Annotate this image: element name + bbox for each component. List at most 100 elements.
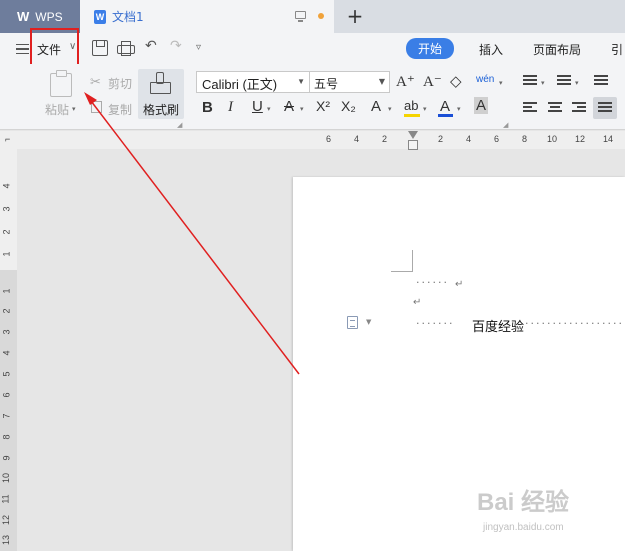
phonetic-dropdown-icon[interactable]: ▾ — [499, 79, 503, 87]
tab-home[interactable]: 开始 — [406, 38, 455, 59]
ruler-label: 6 — [494, 134, 500, 144]
font-size-chevron-icon: ▼ — [378, 77, 385, 86]
char-shading-icon[interactable]: A — [474, 97, 489, 114]
strikethrough-button[interactable]: A — [284, 98, 294, 115]
ruler-label: 12 — [1, 514, 12, 526]
phonetic-guide-icon[interactable]: wén — [476, 74, 494, 85]
first-line-indent-marker[interactable] — [408, 131, 418, 139]
ruler-label: 4 — [1, 183, 12, 189]
margin-corner-mark — [391, 250, 413, 272]
quick-access-more-icon[interactable]: ▿ — [196, 42, 212, 58]
ruler-label: 14 — [603, 134, 614, 144]
paste-icon[interactable] — [50, 70, 72, 97]
ruler-label: 2 — [1, 308, 12, 314]
ruler-label: 4 — [354, 134, 360, 144]
ruler-corner-icon: ⌐ — [5, 134, 11, 144]
save-icon[interactable] — [92, 40, 108, 56]
ruler-label: 3 — [1, 329, 12, 335]
wps-tab-label: WPS — [35, 9, 63, 24]
baidu-watermark: Bai 经验 jingyan.baidu.com — [477, 482, 622, 542]
title-bar: W WPS W 文档1 + — [0, 0, 625, 33]
cut-label[interactable]: 剪切 — [108, 75, 132, 92]
dotted-leader: ······ — [416, 276, 449, 289]
paste-dropdown-icon[interactable]: ▾ — [72, 105, 76, 113]
ruler-label: 6 — [326, 134, 332, 144]
ruler-label: 13 — [1, 534, 12, 546]
underline-button[interactable]: U — [252, 98, 263, 115]
ruler-label: 12 — [575, 134, 586, 144]
shrink-font-icon[interactable]: A⁻ — [423, 72, 442, 91]
eraser-icon[interactable]: ◇ — [450, 72, 462, 90]
highlight-dropdown-icon[interactable]: ▾ — [423, 105, 427, 113]
redo-icon[interactable]: ↷ — [170, 38, 186, 54]
ruler-label: 8 — [522, 134, 528, 144]
strikethrough-dropdown-icon[interactable]: ▾ — [300, 105, 304, 113]
ruler-label: 10 — [1, 472, 12, 484]
font-name-select[interactable]: Calibri (正文) ▼ — [196, 71, 310, 93]
bullets-icon[interactable] — [523, 75, 537, 87]
new-tab-button[interactable]: + — [343, 4, 367, 28]
decrease-indent-icon[interactable] — [594, 75, 608, 87]
tab-insert[interactable]: 插入 — [479, 41, 503, 58]
ruler-label: 3 — [1, 206, 12, 212]
ruler-label: 1 — [1, 251, 12, 257]
scissors-icon[interactable]: ✂ — [90, 75, 101, 90]
highlight-color-bar — [404, 114, 420, 117]
align-center-icon[interactable] — [548, 102, 562, 114]
paste-label[interactable]: 粘贴 — [45, 101, 69, 118]
align-left-icon[interactable] — [523, 102, 537, 114]
font-color-dropdown-icon[interactable]: ▾ — [457, 105, 461, 113]
highlight-icon[interactable]: ab — [404, 98, 418, 113]
wps-logo-icon: W — [17, 9, 30, 24]
watermark-logo-text: Bai 经验 — [477, 489, 570, 516]
ruler-label: 10 — [547, 134, 558, 144]
unsaved-dot-icon — [318, 13, 324, 19]
ruler-label: 7 — [1, 413, 12, 419]
paragraph-mark: ↵ — [413, 297, 422, 308]
ruler-label: 8 — [1, 434, 12, 440]
ruler-label: 5 — [1, 371, 12, 377]
ruler-label: 2 — [382, 134, 388, 144]
font-group-expand-icon[interactable]: ◢ — [503, 121, 508, 129]
font-name-value: Calibri (正文) — [202, 77, 278, 92]
clipboard-group-expand-icon[interactable]: ◢ — [177, 121, 182, 129]
underline-dropdown-icon[interactable]: ▾ — [267, 105, 271, 113]
ruler-label: 11 — [0, 494, 11, 504]
writer-doc-icon: W — [94, 9, 106, 24]
paragraph-mark: ↵ — [455, 279, 464, 290]
font-size-select[interactable]: 五号 ▼ — [309, 71, 390, 93]
hanging-indent-marker[interactable] — [408, 140, 418, 150]
numbering-icon[interactable] — [557, 75, 571, 87]
font-name-chevron-icon: ▼ — [297, 77, 305, 86]
bold-button[interactable]: B — [202, 99, 213, 116]
italic-button[interactable]: I — [228, 99, 233, 116]
ruler-label: 9 — [1, 455, 12, 461]
text-effect-icon[interactable]: A — [371, 98, 381, 115]
bullets-dropdown-icon[interactable]: ▾ — [541, 79, 545, 87]
align-right-icon[interactable] — [572, 102, 586, 114]
font-color-icon[interactable]: A — [440, 98, 450, 115]
superscript-button[interactable]: X² — [316, 98, 330, 114]
horizontal-ruler[interactable]: ⌐ 6 4 2 2 4 6 8 10 12 14 — [0, 131, 625, 149]
copy-icon[interactable] — [91, 101, 102, 113]
numbering-dropdown-icon[interactable]: ▾ — [575, 79, 579, 87]
hamburger-menu-icon[interactable] — [16, 44, 29, 54]
text-effect-dropdown-icon[interactable]: ▾ — [388, 105, 392, 113]
ruler-label: 1 — [1, 288, 12, 294]
ruler-label: 4 — [466, 134, 472, 144]
ruler-label: 2 — [1, 229, 12, 235]
format-painter-label: 格式刷 — [143, 103, 180, 117]
copy-label[interactable]: 复制 — [108, 101, 132, 118]
document-tab[interactable]: W 文档1 — [80, 0, 334, 33]
grow-font-icon[interactable]: A⁺ — [396, 72, 415, 91]
font-size-value: 五号 — [314, 77, 339, 91]
paragraph-layout-icon[interactable] — [347, 316, 358, 329]
paragraph-layout-dropdown-icon[interactable]: ▼ — [366, 318, 371, 326]
tab-page-layout[interactable]: 页面布局 — [533, 41, 581, 58]
print-icon[interactable] — [117, 40, 135, 56]
undo-icon[interactable]: ↶ — [145, 38, 161, 54]
tab-references[interactable]: 引 — [611, 41, 623, 58]
monitor-icon[interactable] — [295, 11, 306, 22]
subscript-button[interactable]: X₂ — [341, 98, 356, 114]
document-body-text[interactable]: 百度经验 — [470, 316, 527, 335]
